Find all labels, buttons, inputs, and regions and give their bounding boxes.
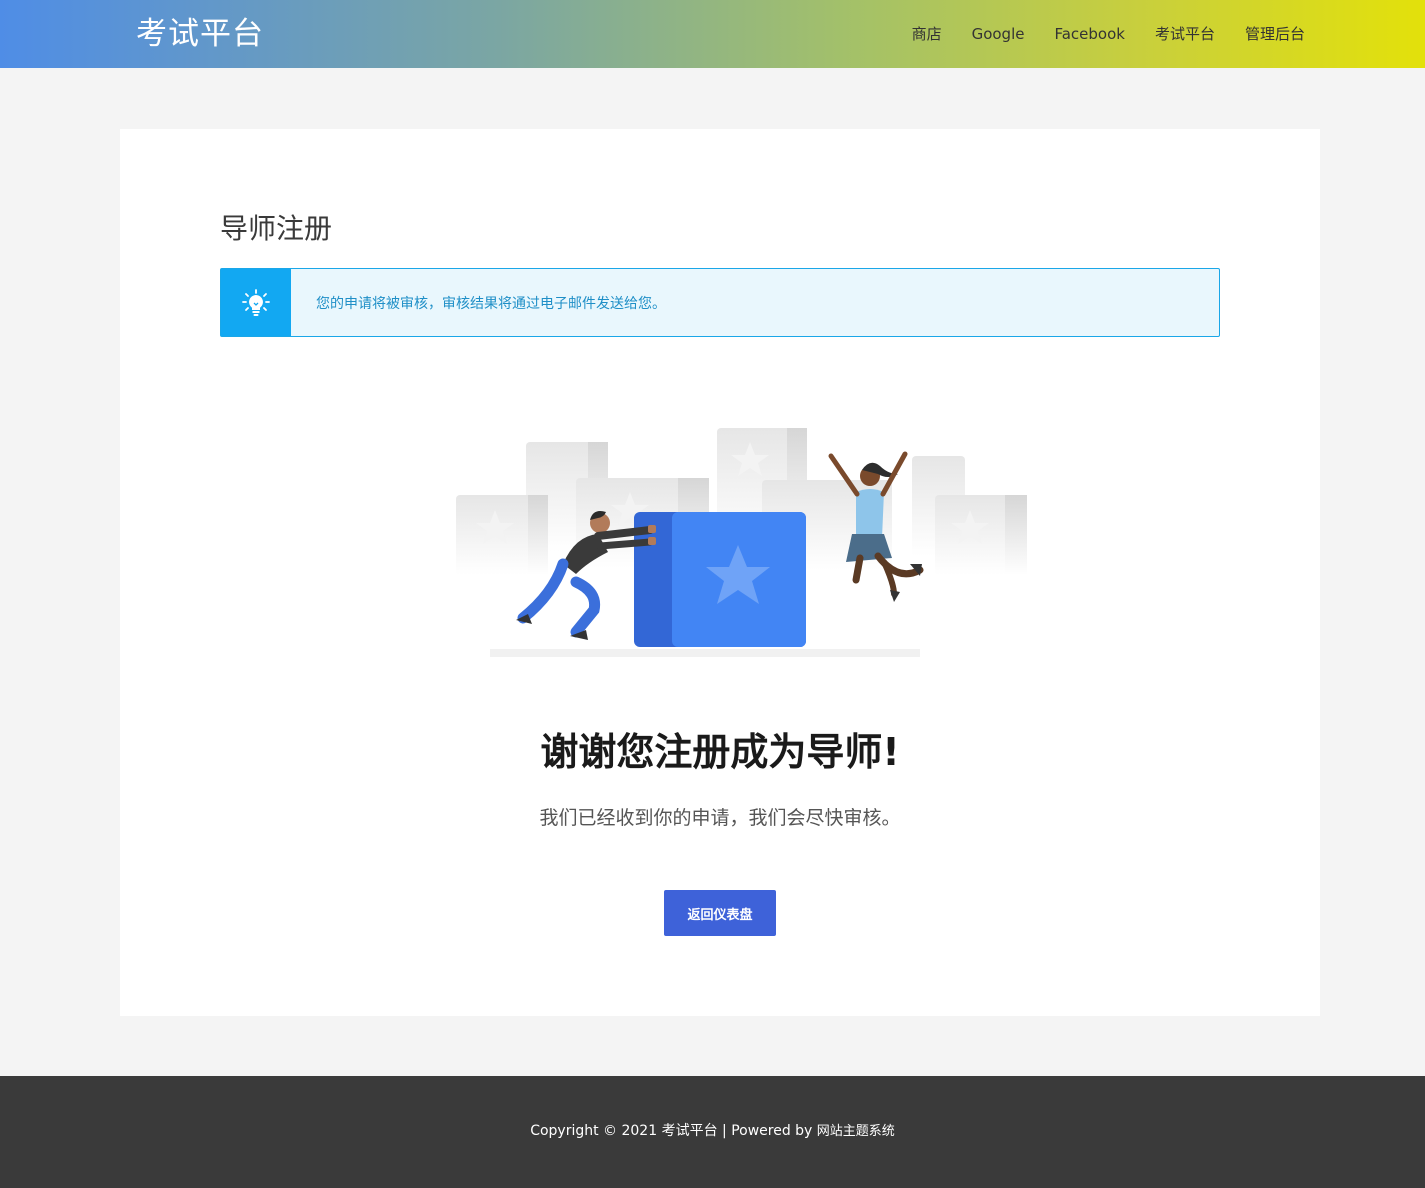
copyright-text: Copyright © 2021 考试平台 | Powered by bbox=[530, 1123, 813, 1139]
notice-text: 您的申请将被审核，审核结果将通过电子邮件发送给您。 bbox=[316, 295, 666, 312]
site-footer: Copyright © 2021 考试平台 | Powered by 网站主题系… bbox=[0, 1076, 1425, 1188]
main-nav: 商店 Google Facebook 考试平台 管理后台 bbox=[912, 22, 1305, 46]
nav-item-admin[interactable]: 管理后台 bbox=[1245, 22, 1305, 46]
site-title-link[interactable]: 考试平台 bbox=[136, 14, 264, 54]
footer-copyright: Copyright © 2021 考试平台 | Powered by 网站主题系… bbox=[0, 1120, 1425, 1143]
main-card: 导师注册 您的申请将被审核，审核结果将通过电子邮件发送给您。 谢谢您注册成为导师… bbox=[120, 129, 1320, 1016]
confirmation-subtext: 我们已经收到你的申请，我们会尽快审核。 bbox=[539, 807, 901, 829]
page-title: 导师注册 bbox=[220, 212, 333, 245]
nav-item-facebook[interactable]: Facebook bbox=[1054, 22, 1124, 46]
nav-item-shop[interactable]: 商店 bbox=[912, 22, 942, 46]
people-pushing-star-box-illustration bbox=[450, 424, 1030, 669]
site-header: 考试平台 商店 Google Facebook 考试平台 管理后台 bbox=[0, 0, 1425, 68]
thanks-heading: 谢谢您注册成为导师! bbox=[540, 730, 900, 774]
nav-item-exam-platform[interactable]: 考试平台 bbox=[1155, 22, 1215, 46]
lightbulb-icon bbox=[221, 269, 291, 336]
return-dashboard-button[interactable]: 返回仪表盘 bbox=[664, 890, 776, 936]
nav-item-google[interactable]: Google bbox=[972, 22, 1025, 46]
powered-by-link[interactable]: 网站主题系统 bbox=[817, 1124, 895, 1139]
info-notice: 您的申请将被审核，审核结果将通过电子邮件发送给您。 bbox=[220, 268, 1220, 337]
